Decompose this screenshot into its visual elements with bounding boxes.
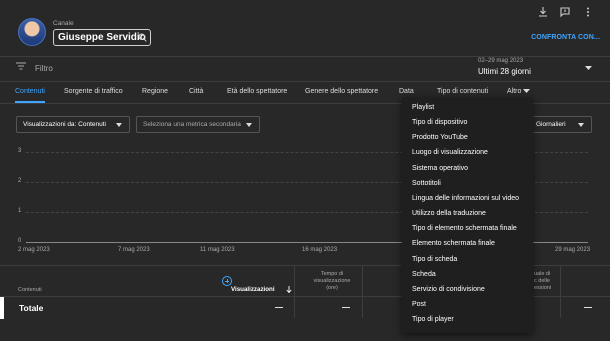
total-views-value: — xyxy=(275,303,283,312)
y-tick-label: 2 xyxy=(18,178,22,184)
column-separator xyxy=(294,266,295,318)
secondary-metric-select[interactable]: Seleziona una metrica secondaria xyxy=(136,116,260,133)
primary-metric-select[interactable]: Visualizzazioni da: Contenuti xyxy=(16,116,130,133)
column-header-watch-time-line-3: (ore) xyxy=(326,285,338,291)
menu-item-lingua-informazioni-video[interactable]: Lingua delle informazioni sul video xyxy=(412,195,519,202)
column-header-content: Contenuti xyxy=(18,287,42,293)
granularity-value: Giornalieri xyxy=(536,121,566,128)
menu-item-sottotitoli[interactable]: Sottotitoli xyxy=(412,180,441,187)
column-header-watch-time[interactable]: Tempo di visualizzazione (ore) xyxy=(304,271,360,292)
column-header-watch-time-line-2: visualizzazione xyxy=(313,278,351,284)
altro-dropdown-menu: Playlist Tipo di dispositivo Prodotto Yo… xyxy=(402,97,533,333)
secondary-metric-value: Seleziona una metrica secondaria xyxy=(143,121,241,128)
add-column-icon[interactable] xyxy=(222,276,232,286)
menu-item-luogo-di-visualizzazione[interactable]: Luogo di visualizzazione xyxy=(412,149,488,156)
tab-eta-dello-spettatore[interactable]: Età dello spettatore xyxy=(227,88,287,95)
tab-altro[interactable]: Altro xyxy=(507,88,521,95)
menu-item-tipo-di-player[interactable]: Tipo di player xyxy=(412,316,454,323)
feedback-icon[interactable] xyxy=(559,6,571,18)
tab-genere-dello-spettatore[interactable]: Genere dello spettatore xyxy=(305,88,378,95)
menu-item-playlist[interactable]: Playlist xyxy=(412,104,434,111)
column-header-right-line-1: uale di xyxy=(534,271,551,277)
total-row-indicator xyxy=(0,297,4,319)
more-vert-icon[interactable] xyxy=(582,6,594,18)
chevron-down-icon xyxy=(246,123,252,127)
column-header-right[interactable]: uale di c delle essioni xyxy=(534,271,558,292)
arrow-down-icon xyxy=(286,286,292,293)
channel-label: Canale xyxy=(53,20,74,27)
menu-item-elemento-schermata-finale[interactable]: Elemento schermata finale xyxy=(412,240,495,247)
filter-icon[interactable] xyxy=(16,62,26,70)
divider xyxy=(0,81,610,82)
download-icon[interactable] xyxy=(537,6,549,18)
column-separator xyxy=(362,266,363,318)
avatar xyxy=(18,18,46,46)
y-tick-label: 0 xyxy=(18,238,22,244)
menu-item-servizio-di-condivisione[interactable]: Servizio di condivisione xyxy=(412,286,485,293)
y-tick-label: 1 xyxy=(18,208,22,214)
menu-item-scheda[interactable]: Scheda xyxy=(412,271,436,278)
total-right-value: — xyxy=(584,303,592,312)
column-header-views[interactable]: Visualizzazioni xyxy=(231,286,275,293)
x-tick-label: 2 mag 2023 xyxy=(18,247,50,253)
x-tick-label: 7 mag 2023 xyxy=(118,247,150,253)
date-range-label: Ultimi 28 giorni xyxy=(478,67,531,76)
tab-data[interactable]: Data xyxy=(399,88,414,95)
column-header-watch-time-line-1: Tempo di xyxy=(320,271,344,277)
total-label: Totale xyxy=(19,303,44,313)
chevron-down-icon xyxy=(523,89,530,93)
tab-sorgente-di-traffico[interactable]: Sorgente di traffico xyxy=(64,88,123,95)
compare-button[interactable]: CONFRONTA CON... xyxy=(531,34,600,41)
channel-selector[interactable]: Giuseppe Servidio xyxy=(53,29,151,46)
granularity-select[interactable]: Giornalieri xyxy=(530,116,592,133)
date-range-dates: 02–29 mag 2023 xyxy=(478,58,524,64)
top-bar xyxy=(0,0,610,56)
menu-item-tipo-di-dispositivo[interactable]: Tipo di dispositivo xyxy=(412,119,467,126)
column-header-right-line-2: c delle xyxy=(534,278,550,284)
menu-item-sistema-operativo[interactable]: Sistema operativo xyxy=(412,165,468,172)
chevron-down-icon xyxy=(578,123,584,127)
menu-item-tipo-elemento-schermata-finale[interactable]: Tipo di elemento schermata finale xyxy=(412,225,517,232)
tab-citta[interactable]: Città xyxy=(189,88,203,95)
menu-item-utilizzo-della-traduzione[interactable]: Utilizzo della traduzione xyxy=(412,210,486,217)
menu-item-post[interactable]: Post xyxy=(412,301,426,308)
filter-input[interactable]: Filtro xyxy=(35,64,53,73)
tab-tipo-di-contenuti[interactable]: Tipo di contenuti xyxy=(437,88,488,95)
channel-name: Giuseppe Servidio xyxy=(58,32,146,43)
column-separator xyxy=(560,266,561,318)
y-tick-label: 3 xyxy=(18,148,22,154)
chevron-down-icon xyxy=(116,123,122,127)
search-icon xyxy=(138,33,147,42)
tab-contenuti[interactable]: Contenuti xyxy=(15,88,45,95)
total-watch-time-value: — xyxy=(342,303,350,312)
x-tick-label: 16 mag 2023 xyxy=(302,247,338,253)
x-tick-label: 11 mag 2023 xyxy=(200,247,235,253)
tab-regione[interactable]: Regione xyxy=(142,88,168,95)
primary-metric-value: Visualizzazioni da: Contenuti xyxy=(23,121,106,128)
x-tick-label: 29 mag 2023 xyxy=(555,247,591,253)
chevron-down-icon xyxy=(585,66,592,70)
column-header-right-line-3: essioni xyxy=(534,285,552,291)
menu-item-tipo-di-scheda[interactable]: Tipo di scheda xyxy=(412,256,457,263)
menu-item-prodotto-youtube[interactable]: Prodotto YouTube xyxy=(412,134,468,141)
